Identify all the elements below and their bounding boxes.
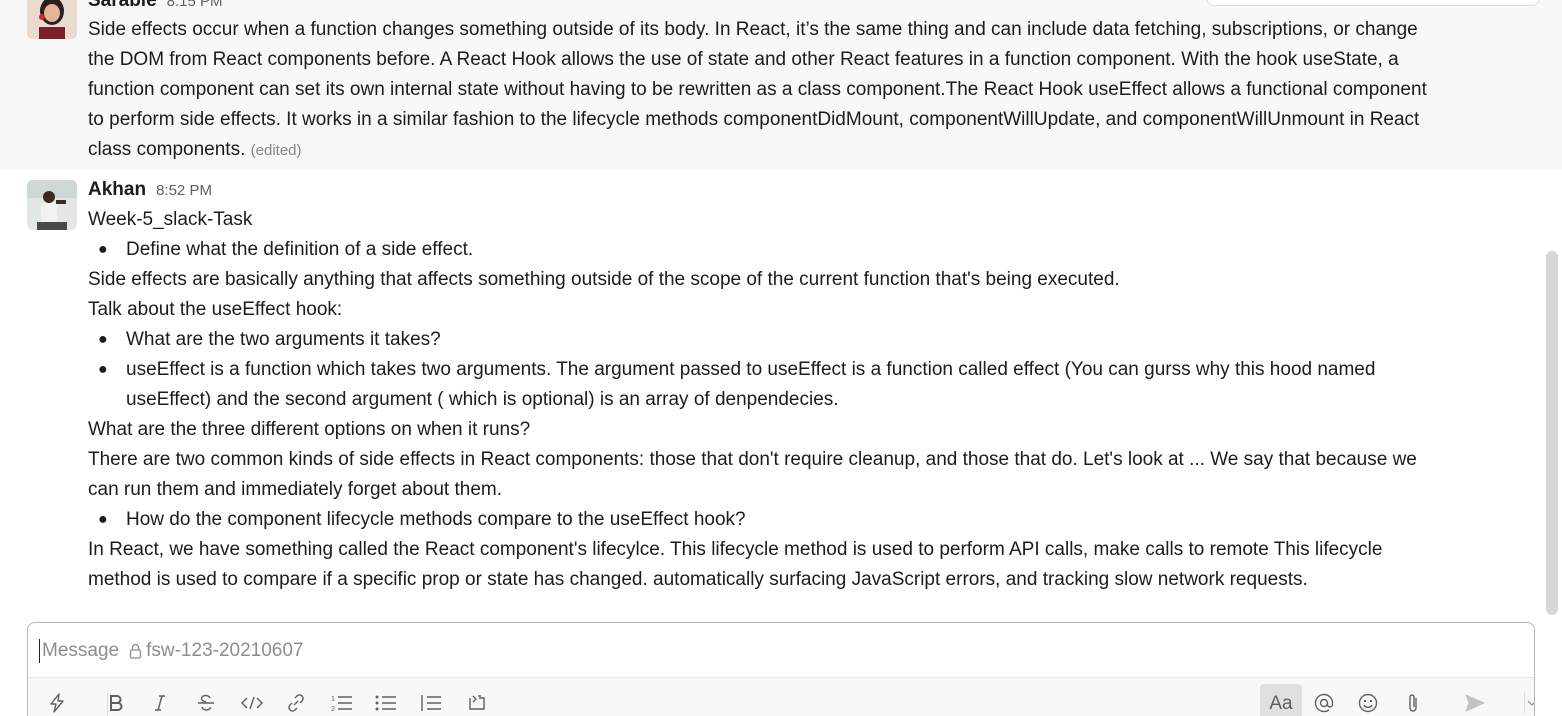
message-current[interactable]: Akhan 8:52 PM Week-5_slack-Task ● Define… [0,169,1562,606]
message-paragraph-line: There are two common kinds of side effec… [88,449,1417,470]
message-list: Sarabie 8:15 PM Side effects occur when … [0,0,1562,606]
composer-toolbar: 12 Aa [28,677,1534,716]
message-line: function component can set its own inter… [88,79,1427,100]
list-item: ● Define what the definition of a side e… [88,235,1538,265]
message-line: class components. (edited) [88,135,1540,166]
message-header: Akhan 8:52 PM [88,179,212,203]
link-icon[interactable] [281,688,311,716]
message-placeholder: Message [42,640,120,661]
bullet-dot: ● [98,331,108,348]
list-item-text: What are the two arguments it takes? [126,329,441,350]
message-timestamp[interactable]: 8:52 PM [156,182,212,199]
list-item: ● What are the two arguments it takes? [88,325,1538,355]
scrollbar-thumb[interactable] [1546,251,1558,615]
message-line-text: class components. [88,139,246,160]
list-item-text: How do the component lifecycle methods c… [126,509,746,530]
paperclip-icon[interactable] [1398,688,1428,716]
message-paragraph: Talk about the useEffect hook: [88,299,343,320]
sender-name[interactable]: Sarabie [88,0,157,12]
message-paragraph-line: method is used to compare if a specific … [88,569,1308,590]
lightning-icon[interactable] [42,688,72,716]
edited-label: (edited) [250,142,302,159]
message-input[interactable]: Message fsw-123-20210607 [39,637,304,665]
svg-text:1: 1 [331,696,335,703]
at-icon[interactable] [1309,688,1339,716]
message-line: Side effects occur when a function chang… [88,19,1418,40]
svg-text:2: 2 [331,706,335,712]
code-icon[interactable] [237,688,267,716]
message-body: Week-5_slack-Task ● Define what the defi… [88,205,1538,595]
list-item-line: useEffect) and the second argument ( whi… [126,389,839,410]
ordered-list-icon[interactable]: 12 [327,688,357,716]
bold-icon[interactable] [101,688,131,716]
message-paragraph-line: can run them and immediately forget abou… [88,479,503,500]
list-item: ● useEffect is a function which takes tw… [88,355,1538,415]
channel-name: fsw-123-20210607 [146,640,304,661]
chevron-down-icon[interactable] [1525,688,1534,716]
list-item: ● How do the component lifecycle methods… [88,505,1538,535]
italic-icon[interactable] [145,688,175,716]
message-body: Side effects occur when a function chang… [88,15,1540,166]
message-header: Sarabie 8:15 PM [88,0,223,14]
message-hover-toolbar[interactable] [1206,0,1540,6]
list-item-text: Define what the definition of a side eff… [126,239,474,260]
code-block-icon[interactable] [462,688,492,716]
bullet-dot: ● [98,361,108,378]
message-line: to perform side effects. It works in a s… [88,109,1420,130]
lock-icon [129,643,142,659]
avatar[interactable] [27,0,77,39]
message-composer[interactable]: Message fsw-123-20210607 12 Aa [27,622,1535,716]
message-previous[interactable]: Sarabie 8:15 PM Side effects occur when … [0,0,1562,169]
list-item-line: useEffect is a function which takes two … [126,359,1376,380]
message-timestamp[interactable]: 8:15 PM [167,0,223,10]
format-toggle-button[interactable]: Aa [1260,684,1302,716]
message-paragraph-line: In React, we have something called the R… [88,539,1383,560]
send-icon[interactable] [1460,688,1490,716]
strikethrough-icon[interactable] [191,688,221,716]
bullet-dot: ● [98,511,108,528]
message-paragraph: What are the three different options on … [88,419,531,440]
blockquote-icon[interactable] [416,688,446,716]
emoji-icon[interactable] [1353,688,1383,716]
message-paragraph: Side effects are basically anything that… [88,269,1120,290]
sender-name[interactable]: Akhan [88,179,146,201]
text-caret [39,639,40,663]
format-toggle-label: Aa [1269,693,1293,714]
message-line: the DOM from React components before. A … [88,49,1399,70]
bullet-dot: ● [98,241,108,258]
avatar[interactable] [27,180,77,230]
bulleted-list-icon[interactable] [371,688,401,716]
list-item-text: useEffect is a function which takes two … [126,355,1466,415]
message-title: Week-5_slack-Task [88,209,253,230]
